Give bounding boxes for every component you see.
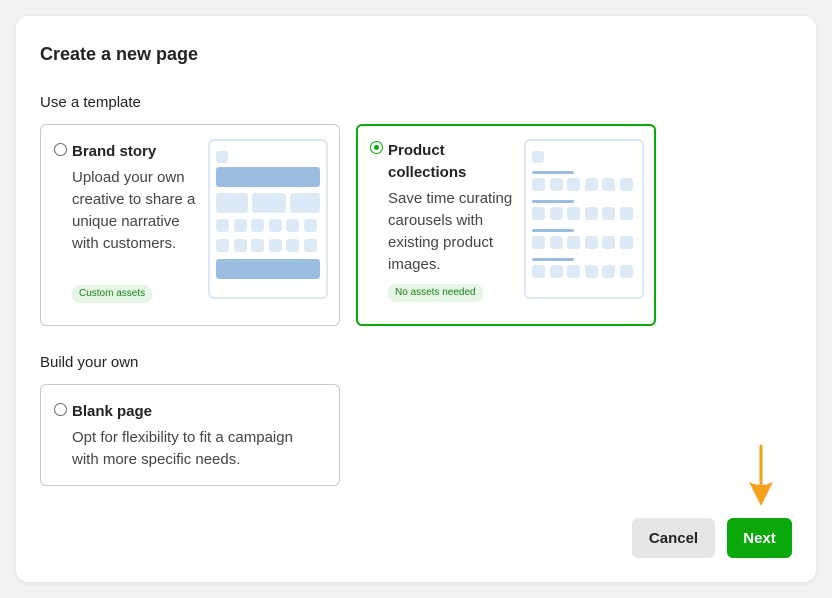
preview-block: [290, 193, 320, 213]
brand-story-radio[interactable]: [54, 143, 67, 156]
preview-block: [567, 236, 580, 249]
preview-block: [549, 265, 563, 278]
preview-block: [584, 265, 598, 278]
blank-page-radio[interactable]: [54, 403, 67, 416]
product-collections-description: Save time curating carousels with existi…: [388, 190, 513, 273]
blank-page-description: Opt for flexibility to fit a campaign wi…: [72, 429, 293, 468]
preview-block: [567, 265, 580, 278]
brand-story-preview: [208, 139, 328, 299]
preview-block: [619, 178, 633, 191]
preview-block: [251, 239, 264, 252]
preview-block: [268, 219, 282, 232]
blank-page-title: Blank page: [72, 403, 153, 420]
preview-block: [216, 259, 320, 279]
preview-block: [619, 236, 633, 249]
preview-block: [532, 236, 545, 249]
preview-block: [216, 239, 229, 252]
product-collections-card[interactable]: Product collections Save time curating c…: [356, 124, 656, 326]
preview-block: [216, 151, 228, 163]
next-button[interactable]: Next: [727, 518, 792, 558]
preview-block: [532, 229, 574, 232]
build-section-label: Build your own: [40, 354, 139, 371]
preview-block: [532, 171, 574, 174]
preview-block: [303, 239, 317, 252]
preview-block: [286, 219, 299, 232]
create-page-dialog: Create a new page Use a template Brand s…: [16, 16, 816, 582]
preview-block: [233, 219, 247, 232]
preview-block: [549, 207, 563, 220]
brand-story-card[interactable]: Brand story Upload your own creative to …: [40, 124, 340, 326]
preview-block: [286, 239, 299, 252]
preview-block: [584, 236, 598, 249]
preview-block: [251, 219, 264, 232]
preview-block: [532, 178, 545, 191]
brand-story-title: Brand story: [72, 143, 157, 160]
preview-block: [584, 178, 598, 191]
preview-block: [549, 178, 563, 191]
preview-block: [532, 258, 574, 261]
preview-block: [268, 239, 282, 252]
blank-page-card[interactable]: Blank page Opt for flexibility to fit a …: [40, 384, 340, 486]
preview-block: [619, 207, 633, 220]
preview-block: [567, 207, 580, 220]
preview-block: [216, 193, 248, 213]
brand-story-description: Upload your own creative to share a uniq…: [72, 169, 196, 252]
annotation-arrow-icon: [749, 444, 773, 506]
preview-block: [602, 178, 615, 191]
product-collections-title: Product collections: [388, 142, 467, 181]
preview-block: [532, 151, 544, 163]
product-collections-badge: No assets needed: [388, 284, 483, 302]
preview-block: [532, 200, 574, 203]
template-section-label: Use a template: [40, 94, 141, 111]
preview-block: [584, 207, 598, 220]
preview-block: [252, 193, 286, 213]
preview-block: [602, 207, 615, 220]
preview-block: [567, 178, 580, 191]
preview-block: [532, 207, 545, 220]
preview-block: [602, 265, 615, 278]
preview-block: [602, 236, 615, 249]
preview-block: [303, 219, 317, 232]
product-collections-preview: [524, 139, 644, 299]
preview-block: [216, 219, 229, 232]
brand-story-badge: Custom assets: [72, 285, 153, 303]
preview-block: [619, 265, 633, 278]
preview-block: [532, 265, 545, 278]
preview-block: [233, 239, 247, 252]
dialog-title: Create a new page: [40, 44, 199, 64]
preview-block: [216, 167, 320, 187]
product-collections-radio[interactable]: [370, 141, 383, 154]
preview-block: [549, 236, 563, 249]
cancel-button[interactable]: Cancel: [632, 518, 715, 558]
